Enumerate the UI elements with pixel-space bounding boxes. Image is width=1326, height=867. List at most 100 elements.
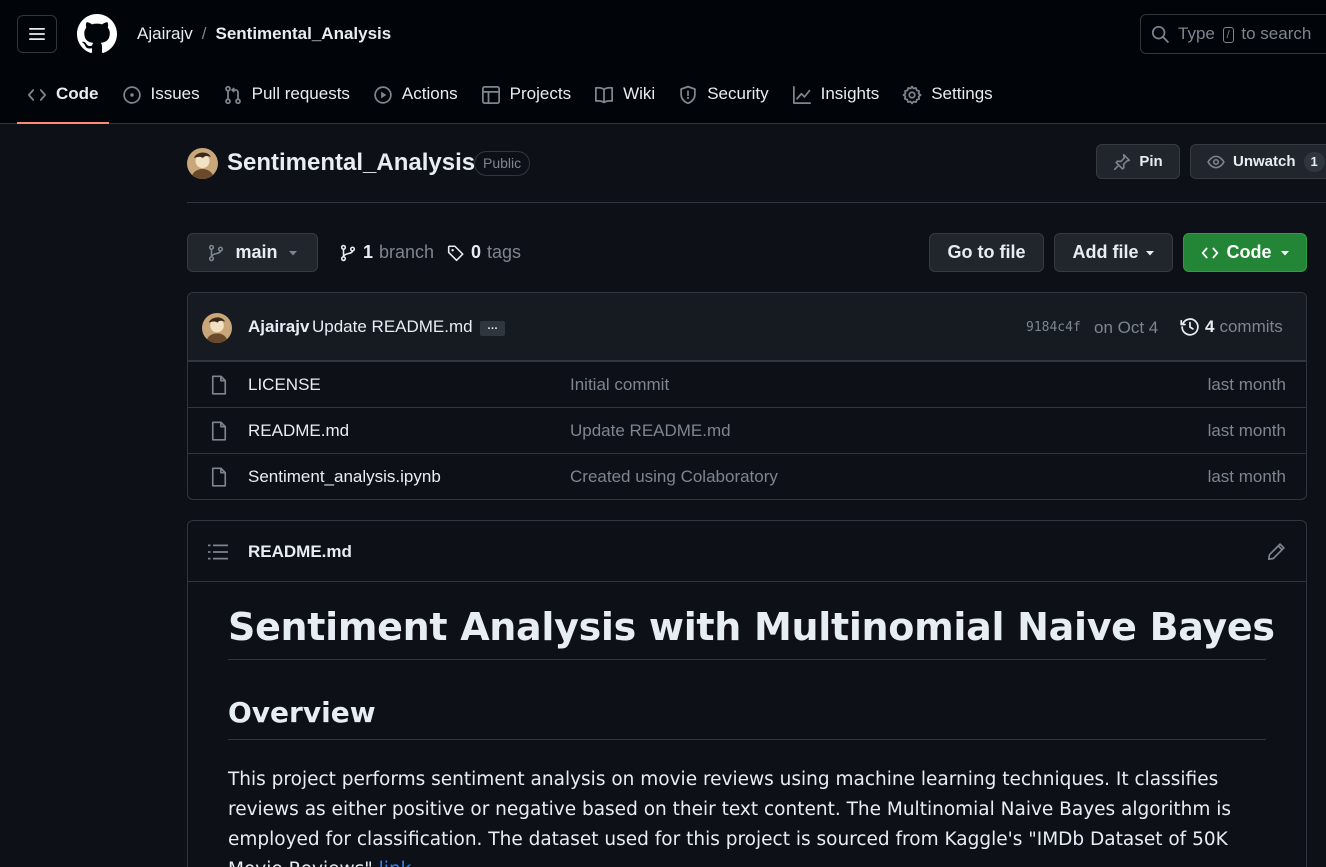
- play-icon: [373, 85, 393, 105]
- tab-pull-requests[interactable]: Pull requests: [213, 70, 360, 124]
- tab-settings[interactable]: Settings: [892, 70, 1002, 124]
- issue-icon: [122, 85, 142, 105]
- list-icon[interactable]: [208, 543, 228, 561]
- pin-label: Pin: [1139, 153, 1163, 170]
- breadcrumb-repo[interactable]: Sentimental_Analysis: [215, 24, 391, 44]
- commit-count: 4: [1205, 317, 1215, 336]
- search-placeholder-suffix: to search: [1241, 24, 1312, 43]
- readme-header: README.md: [188, 521, 1306, 582]
- title-divider: [187, 202, 1326, 203]
- table-icon: [481, 85, 501, 105]
- tag-icon: [447, 244, 464, 261]
- branch-name: main: [235, 242, 278, 262]
- breadcrumb-owner[interactable]: Ajairajv: [137, 24, 193, 44]
- branch-count: 1: [363, 242, 374, 262]
- watch-count: 1: [1303, 151, 1325, 172]
- tab-issues-label: Issues: [150, 84, 200, 103]
- file-age: last month: [1207, 467, 1286, 486]
- file-age: last month: [1207, 421, 1286, 440]
- code-button-label: Code: [1226, 242, 1272, 262]
- file-commit-message[interactable]: Update README.md: [570, 421, 731, 441]
- tags-link[interactable]: 0 tags: [447, 242, 521, 263]
- tag-word: tags: [487, 242, 522, 262]
- add-file-button[interactable]: Add file: [1054, 233, 1173, 272]
- global-header: Ajairajv / Sentimental_Analysis Type / t…: [0, 0, 1326, 124]
- file-name[interactable]: LICENSE: [248, 375, 321, 395]
- owner-avatar[interactable]: [187, 148, 218, 179]
- unwatch-label: Unwatch: [1233, 153, 1296, 170]
- breadcrumb-separator: /: [201, 24, 207, 43]
- file-list: Ajairajv Update README.md … 9184c4f on O…: [187, 292, 1307, 500]
- file-row[interactable]: README.md Update README.md last month: [188, 407, 1306, 453]
- search-input[interactable]: Type / to search: [1140, 14, 1326, 54]
- pencil-icon[interactable]: [1267, 542, 1286, 561]
- readme-paragraph-text: This project performs sentiment analysis…: [228, 769, 1232, 867]
- branch-selector[interactable]: main: [187, 233, 318, 272]
- file-icon: [210, 375, 228, 395]
- tab-actions[interactable]: Actions: [363, 70, 468, 124]
- book-icon: [594, 85, 614, 105]
- commit-expand-button[interactable]: …: [480, 321, 505, 336]
- tab-security[interactable]: Security: [668, 70, 778, 124]
- caret-down-icon: [1145, 250, 1154, 255]
- go-to-file-button[interactable]: Go to file: [929, 233, 1044, 272]
- repo-title[interactable]: Sentimental_Analysis: [227, 149, 475, 177]
- commit-date: on Oct 4: [1094, 318, 1159, 337]
- readme-paragraph: This project performs sentiment analysis…: [228, 765, 1273, 867]
- commit-message[interactable]: Update README.md: [312, 317, 473, 337]
- pin-icon: [1114, 153, 1131, 170]
- branches-link[interactable]: 1 branch: [339, 242, 434, 263]
- file-icon: [210, 421, 228, 441]
- readme-paragraph-end: .: [411, 859, 417, 867]
- tab-insights-label: Insights: [820, 84, 880, 103]
- github-logo-icon[interactable]: [77, 14, 117, 54]
- file-age: last month: [1207, 375, 1286, 394]
- readme-filename[interactable]: README.md: [248, 542, 352, 562]
- commit-author-avatar[interactable]: [202, 313, 232, 343]
- commit-author[interactable]: Ajairajv: [248, 317, 309, 337]
- branch-word: branch: [379, 242, 435, 262]
- tab-projects-label: Projects: [509, 84, 572, 103]
- hamburger-icon: [29, 28, 45, 40]
- file-row[interactable]: LICENSE Initial commit last month: [188, 361, 1306, 407]
- search-placeholder-prefix: Type: [1178, 24, 1215, 43]
- menu-button[interactable]: [17, 15, 57, 53]
- tab-settings-label: Settings: [931, 84, 993, 103]
- eye-icon: [1207, 155, 1225, 168]
- readme-subheading: Overview: [228, 696, 1266, 740]
- git-branch-icon: [209, 244, 224, 261]
- commit-count-word: commits: [1219, 317, 1283, 336]
- breadcrumb: Ajairajv / Sentimental_Analysis: [137, 24, 391, 44]
- tab-issues[interactable]: Issues: [112, 70, 210, 124]
- history-icon: [1180, 318, 1199, 336]
- tab-wiki-label: Wiki: [623, 84, 656, 103]
- unwatch-button[interactable]: Unwatch 1: [1190, 144, 1326, 179]
- commit-sha[interactable]: 9184c4f: [1026, 320, 1081, 335]
- tab-code-label: Code: [56, 84, 99, 103]
- tab-projects[interactable]: Projects: [471, 70, 581, 124]
- file-commit-message[interactable]: Created using Colaboratory: [570, 467, 778, 487]
- commits-link[interactable]: 4 commits: [1180, 317, 1283, 337]
- dataset-link[interactable]: link: [379, 859, 412, 867]
- visibility-badge: Public: [474, 151, 531, 176]
- readme-heading: Sentiment Analysis with Multinomial Naiv…: [228, 605, 1275, 660]
- file-name[interactable]: README.md: [248, 421, 349, 441]
- file-name[interactable]: Sentiment_analysis.ipynb: [248, 467, 441, 487]
- tab-security-label: Security: [707, 84, 769, 103]
- tab-wiki[interactable]: Wiki: [584, 70, 665, 124]
- tab-code[interactable]: Code: [17, 70, 109, 124]
- code-button[interactable]: Code: [1183, 233, 1307, 272]
- tab-insights[interactable]: Insights: [782, 70, 890, 124]
- search-icon: [1151, 25, 1169, 43]
- file-commit-message[interactable]: Initial commit: [570, 375, 669, 395]
- caret-down-icon: [288, 250, 297, 255]
- pull-request-icon: [223, 85, 243, 105]
- file-icon: [210, 467, 228, 487]
- pin-button[interactable]: Pin: [1096, 144, 1180, 179]
- latest-commit: Ajairajv Update README.md … 9184c4f on O…: [188, 293, 1306, 361]
- search-shortcut-key: /: [1222, 27, 1234, 43]
- tab-pull-requests-label: Pull requests: [251, 84, 350, 103]
- file-row[interactable]: Sentiment_analysis.ipynb Created using C…: [188, 453, 1306, 499]
- code-icon: [27, 85, 47, 105]
- tag-count: 0: [471, 242, 482, 262]
